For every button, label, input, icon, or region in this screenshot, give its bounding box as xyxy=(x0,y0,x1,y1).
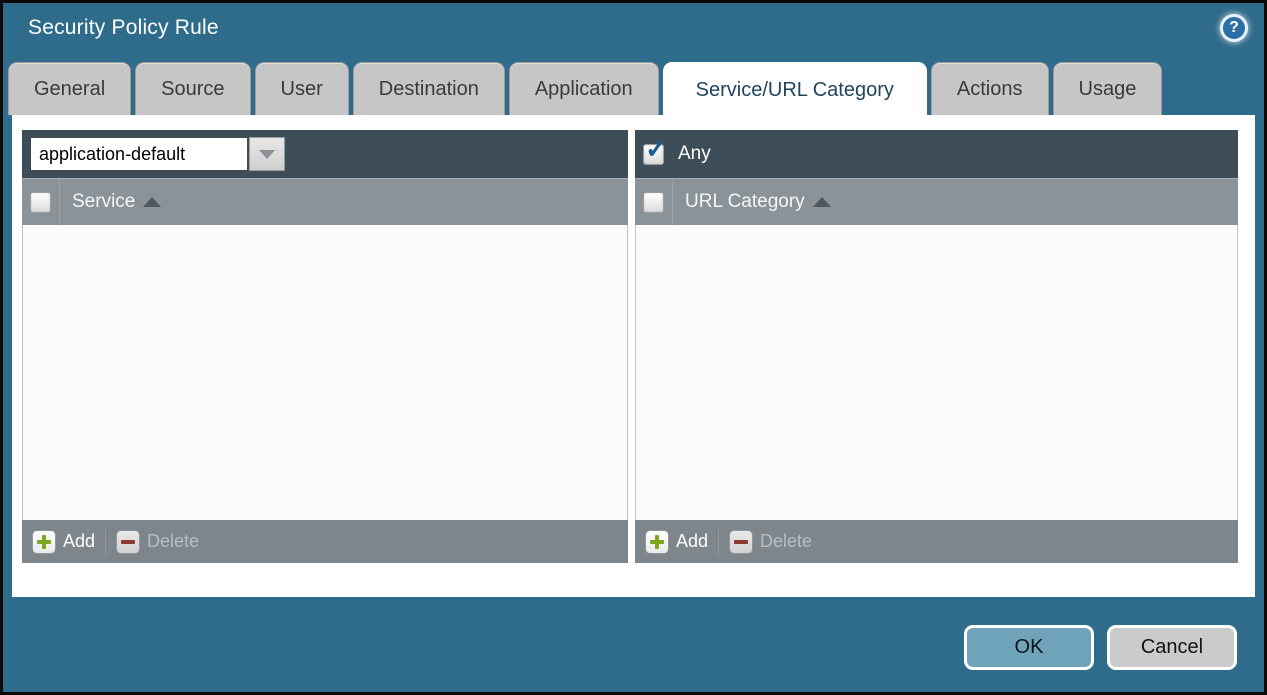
url-add-button[interactable]: Add xyxy=(645,530,708,554)
delete-minus-icon xyxy=(729,530,753,554)
footer-divider xyxy=(105,529,106,555)
add-plus-icon xyxy=(645,530,669,554)
checkmark-icon: ✓ xyxy=(645,136,668,163)
ok-button[interactable]: OK xyxy=(964,625,1094,670)
dialog-title: Security Policy Rule xyxy=(28,16,219,40)
add-button-label: Add xyxy=(676,531,708,552)
url-select-all-checkbox[interactable] xyxy=(643,192,664,213)
tab-application[interactable]: Application xyxy=(509,62,659,115)
service-panel-header xyxy=(22,130,628,178)
service-panel: Service Add Delete xyxy=(22,130,628,563)
tab-bar: General Source User Destination Applicat… xyxy=(8,62,1162,115)
tab-service-url-category[interactable]: Service/URL Category xyxy=(663,62,927,117)
service-add-button[interactable]: Add xyxy=(32,530,95,554)
any-checkbox[interactable]: ✓ xyxy=(643,144,664,165)
column-divider xyxy=(672,179,673,225)
service-mode-dropdown-button[interactable] xyxy=(249,137,285,171)
url-delete-button[interactable]: Delete xyxy=(729,530,812,554)
security-policy-rule-dialog: Security Policy Rule ? General Source Us… xyxy=(0,0,1267,695)
service-column-header[interactable]: Service xyxy=(72,191,135,213)
sort-ascending-icon xyxy=(813,197,831,207)
tab-usage[interactable]: Usage xyxy=(1053,62,1163,115)
service-mode-dropdown[interactable] xyxy=(30,137,285,171)
service-table-body xyxy=(22,225,628,520)
url-column-header-row: URL Category xyxy=(635,178,1238,225)
url-panel-header: ✓ Any xyxy=(635,130,1238,178)
tab-user[interactable]: User xyxy=(255,62,349,115)
column-divider xyxy=(59,179,60,225)
service-column-header-row: Service xyxy=(22,178,628,225)
sort-ascending-icon xyxy=(143,197,161,207)
service-delete-button[interactable]: Delete xyxy=(116,530,199,554)
service-panel-footer: Add Delete xyxy=(22,520,628,563)
dialog-actions: OK Cancel xyxy=(964,625,1237,670)
tab-content: Service Add Delete ✓ xyxy=(12,115,1255,597)
add-button-label: Add xyxy=(63,531,95,552)
tab-destination[interactable]: Destination xyxy=(353,62,505,115)
service-mode-input[interactable] xyxy=(30,137,248,171)
question-mark-glyph: ? xyxy=(1229,20,1239,36)
url-panel-footer: Add Delete xyxy=(635,520,1238,563)
tab-actions[interactable]: Actions xyxy=(931,62,1049,115)
tab-source[interactable]: Source xyxy=(135,62,250,115)
delete-minus-icon xyxy=(116,530,140,554)
delete-button-label: Delete xyxy=(760,531,812,552)
cancel-button[interactable]: Cancel xyxy=(1107,625,1237,670)
service-select-all-checkbox[interactable] xyxy=(30,192,51,213)
url-category-panel: ✓ Any URL Category Add Delete xyxy=(635,130,1238,563)
footer-divider xyxy=(718,529,719,555)
tab-general[interactable]: General xyxy=(8,62,131,115)
add-plus-icon xyxy=(32,530,56,554)
any-label: Any xyxy=(678,143,711,165)
url-table-body xyxy=(635,225,1238,520)
url-column-header[interactable]: URL Category xyxy=(685,191,805,213)
delete-button-label: Delete xyxy=(147,531,199,552)
help-icon[interactable]: ? xyxy=(1220,14,1248,42)
chevron-down-icon xyxy=(259,150,275,159)
